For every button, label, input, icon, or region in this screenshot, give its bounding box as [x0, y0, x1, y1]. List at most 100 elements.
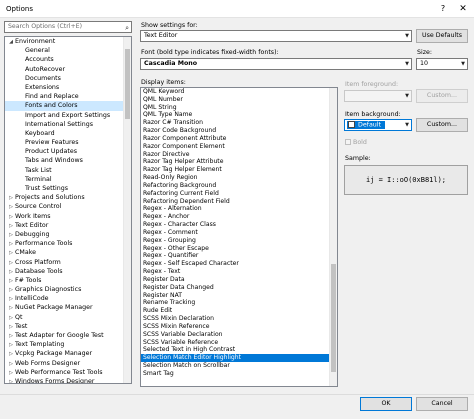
tree-item[interactable]: ▷ Database Tools [5, 267, 131, 276]
tree-item[interactable]: General [5, 46, 131, 55]
ok-button[interactable]: OK [360, 397, 412, 411]
tree-item[interactable]: ◢ Environment [5, 37, 131, 46]
display-item[interactable]: SCSS Variable Reference [141, 339, 337, 347]
tree-scrollbar[interactable] [123, 37, 131, 383]
tree-item[interactable]: Documents [5, 74, 131, 83]
show-settings-select[interactable]: Text Editor ▼ [140, 30, 412, 42]
display-item[interactable]: Razor Code Background [141, 127, 337, 135]
display-item[interactable]: QML Type Name [141, 111, 337, 119]
tree-item[interactable]: Keyboard [5, 129, 131, 138]
tree-item[interactable]: Import and Export Settings [5, 111, 131, 120]
tree-item[interactable]: ▷ Web Forms Designer [5, 359, 131, 368]
tree-item[interactable]: Fonts and Colors [5, 101, 131, 111]
display-item[interactable]: Selected Text in High Contrast [141, 346, 337, 354]
tree-item[interactable]: ▷ CMake [5, 248, 131, 257]
tree-item-label: NuGet Package Manager [15, 304, 93, 312]
display-item[interactable]: Regex - Character Class [141, 221, 337, 229]
tree-item[interactable]: ▷ Vcpkg Package Manager [5, 349, 131, 358]
display-item[interactable]: SCSS Mixin Reference [141, 323, 337, 331]
tree-item[interactable]: ▷ F# Tools [5, 276, 131, 285]
display-item[interactable]: SCSS Mixin Declaration [141, 315, 337, 323]
tree-item[interactable]: ▷ Text Templating [5, 340, 131, 349]
display-item[interactable]: Regex - Anchor [141, 213, 337, 221]
display-item[interactable]: Regex - Other Escape [141, 245, 337, 253]
display-item[interactable]: Regex - Comment [141, 229, 337, 237]
background-custom-button[interactable]: Custom... [416, 118, 468, 132]
tree-item[interactable]: Trust Settings [5, 184, 131, 193]
tree-item[interactable]: ▷ Projects and Solutions [5, 193, 131, 202]
display-item[interactable]: Refactoring Current Field [141, 190, 337, 198]
tree-item[interactable]: Tabs and Windows [5, 156, 131, 165]
search-icon[interactable]: ⌕ [125, 23, 129, 33]
display-item[interactable]: Selection Match on Scrollbar [141, 362, 337, 370]
display-item[interactable]: Razor Component Element [141, 143, 337, 151]
display-item[interactable]: Read-Only Region [141, 174, 337, 182]
options-tree[interactable]: ◢ Environment General Accounts AutoRecover Do… [4, 36, 132, 384]
display-item[interactable]: Regex - Grouping [141, 237, 337, 245]
tree-scroll-thumb[interactable] [125, 49, 130, 119]
display-item[interactable]: Selection Match Editor Highlight [141, 354, 337, 362]
checkbox-box[interactable] [345, 139, 351, 145]
display-item[interactable]: Rename Tracking [141, 299, 337, 307]
display-item[interactable]: Regex - Self Escaped Character [141, 260, 337, 268]
help-button[interactable]: ? [436, 3, 450, 15]
tree-item[interactable]: ▷ Work Items [5, 212, 131, 221]
tree-item[interactable]: Preview Features [5, 138, 131, 147]
tree-item[interactable]: ▷ Performance Tools [5, 239, 131, 248]
tree-item[interactable]: Find and Replace [5, 92, 131, 101]
display-item[interactable]: Smart Tag [141, 370, 337, 378]
cancel-button[interactable]: Cancel [416, 397, 468, 411]
bold-checkbox[interactable]: Bold [345, 139, 367, 146]
display-item[interactable]: Rude Edit [141, 307, 337, 315]
display-item[interactable]: QML Number [141, 96, 337, 104]
display-item[interactable]: Razor Tag Helper Attribute [141, 158, 337, 166]
tree-item[interactable]: ▷ Test [5, 322, 131, 331]
display-item[interactable]: Register NAT [141, 292, 337, 300]
display-items-scrollbar[interactable] [329, 88, 337, 386]
tree-item[interactable]: ▷ Debugging [5, 230, 131, 239]
tree-item[interactable]: International Settings [5, 120, 131, 129]
tree-item[interactable]: Task List [5, 166, 131, 175]
display-item[interactable]: QML String [141, 104, 337, 112]
display-item[interactable]: Regex - Alternation [141, 205, 337, 213]
display-items-scroll-thumb[interactable] [331, 264, 336, 372]
tree-item[interactable]: ▷ Qt [5, 313, 131, 322]
display-item[interactable]: QML Keyword [141, 88, 337, 96]
display-item[interactable]: Refactoring Dependent Field [141, 198, 337, 206]
search-input[interactable]: Search Options (Ctrl+E) ⌕ [4, 21, 132, 33]
tree-item[interactable]: ▷ Windows Forms Designer [5, 377, 131, 383]
display-item[interactable]: Regex - Quantifier [141, 252, 337, 260]
item-background-select[interactable]: Default ▼ [344, 119, 412, 131]
font-select[interactable]: Cascadia Mono ▼ [140, 58, 412, 70]
item-foreground-select[interactable]: ▼ [344, 90, 412, 102]
display-item[interactable]: Register Data Changed [141, 284, 337, 292]
tree-item-label: Text Editor [15, 221, 49, 229]
tree-item[interactable]: ▷ Web Performance Test Tools [5, 368, 131, 377]
tree-item[interactable]: ▷ Cross Platform [5, 258, 131, 267]
size-select[interactable]: 10 ▼ [416, 58, 468, 70]
tree-item[interactable]: ▷ Graphics Diagnostics [5, 285, 131, 294]
foreground-custom-button[interactable]: Custom... [416, 89, 468, 103]
display-item[interactable]: Razor Tag Helper Element [141, 166, 337, 174]
display-items-list[interactable]: QML Keyword QML Number QML String QML Type … [140, 87, 338, 387]
display-item[interactable]: Razor Directive [141, 151, 337, 159]
tree-item[interactable]: AutoRecover [5, 65, 131, 74]
use-defaults-button[interactable]: Use Defaults [416, 29, 468, 43]
tree-item[interactable]: ▷ Text Editor [5, 221, 131, 230]
display-item[interactable]: Register Data [141, 276, 337, 284]
display-item[interactable]: Razor Component Attribute [141, 135, 337, 143]
display-item[interactable]: Razor C# Transition [141, 119, 337, 127]
tree-item[interactable]: ▷ Source Control [5, 202, 131, 211]
display-item[interactable]: Refactoring Background [141, 182, 337, 190]
display-item[interactable]: Regex - Text [141, 268, 337, 276]
tree-item[interactable]: ▷ Test Adapter for Google Test [5, 331, 131, 340]
tree-item[interactable]: Terminal [5, 175, 131, 184]
tree-item[interactable]: ▷ IntelliCode [5, 294, 131, 303]
tree-item[interactable]: Product Updates [5, 147, 131, 156]
tree-item[interactable]: Extensions [5, 83, 131, 92]
display-item[interactable]: SCSS Variable Declaration [141, 331, 337, 339]
close-button[interactable]: ✕ [456, 3, 470, 15]
tree-item[interactable]: ▷ NuGet Package Manager [5, 303, 131, 312]
tree-item[interactable]: Accounts [5, 55, 131, 64]
chevron-right-icon[interactable]: ▷ [7, 378, 15, 383]
